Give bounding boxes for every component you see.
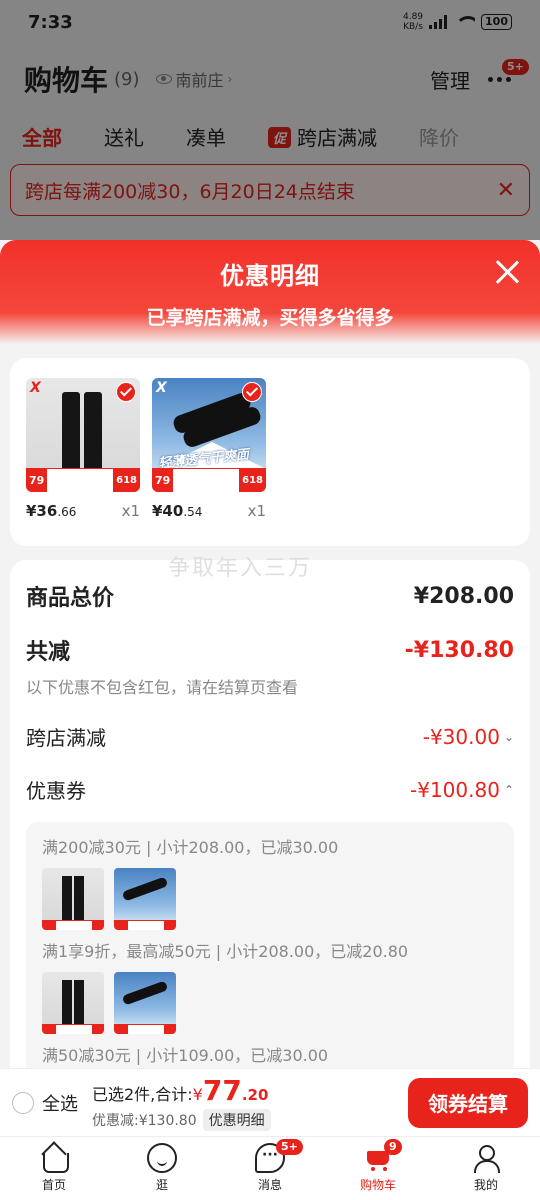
selected-text: 已选2件,合计: xyxy=(92,1085,193,1104)
cross-store-row[interactable]: 跨店满减 -¥30.00 ⌄ xyxy=(26,722,514,751)
tab-home[interactable]: 首页 xyxy=(0,1137,108,1200)
product-meta: ¥40.54 x1 xyxy=(152,502,266,520)
user-icon xyxy=(471,1143,501,1173)
product-qty: x1 xyxy=(247,502,266,520)
product-thumb xyxy=(42,972,104,1034)
close-icon[interactable] xyxy=(494,258,520,284)
cart-badge: 9 xyxy=(384,1139,402,1155)
coupon-thumbs xyxy=(42,972,498,1034)
chevron-down-icon: ⌄ xyxy=(503,729,514,744)
total-row: 商品总价 ¥208.00 xyxy=(26,580,514,612)
tab-label: 消息 xyxy=(257,1178,282,1192)
coupon-detail-box: 满200减30元 | 小计208.00，已减30.00 满1享9折，最高减50元… xyxy=(26,822,514,1068)
discount-text: 优惠减:¥130.80 xyxy=(92,1113,197,1129)
coupon-line: 满200减30元 | 小计208.00，已减30.00 xyxy=(42,838,339,857)
reduce-note: 以下优惠不包含红包，请在结算页查看 xyxy=(26,678,299,697)
product-price: ¥36.66 xyxy=(26,502,77,520)
cross-store-value: -¥30.00 ⌄ xyxy=(422,724,514,749)
price-summary: 商品总价 ¥208.00 共减 -¥130.80 以下优惠不包含红包，请在结算页… xyxy=(10,560,530,1068)
total-label: 商品总价 xyxy=(26,586,115,611)
tab-messages[interactable]: 消息 5+ xyxy=(216,1137,324,1200)
chevron-up-icon: ⌃ xyxy=(503,782,514,797)
checkout-button[interactable]: 领券结算 xyxy=(408,1077,528,1128)
cross-store-label: 跨店满减 xyxy=(26,726,106,750)
reduce-value: -¥130.80 xyxy=(404,637,514,663)
tab-browse[interactable]: 逛 xyxy=(108,1137,216,1200)
sheet-title: 优惠明细 xyxy=(220,262,320,290)
sheet-subtitle: 已享跨店满减，买得多省得多 xyxy=(146,307,394,329)
product-qty: x1 xyxy=(121,502,140,520)
tab-profile[interactable]: 我的 xyxy=(432,1137,540,1200)
product-item[interactable]: X 轻薄透气干爽面 79 618 ¥40.54 x1 xyxy=(152,378,266,526)
sum-line: 已选2件,合计: ¥ 77 .20 xyxy=(92,1074,271,1107)
price-strip: 79 618 xyxy=(152,468,266,492)
coupon-value: -¥100.80 ⌃ xyxy=(410,777,514,802)
amount-integer: 77 xyxy=(202,1074,242,1107)
brand-logo: X xyxy=(30,380,41,396)
brand-logo: X xyxy=(156,380,167,396)
tab-label: 购物车 xyxy=(359,1178,396,1192)
tab-label: 首页 xyxy=(41,1178,66,1192)
product-thumb xyxy=(42,868,104,930)
reduce-row: 共减 -¥130.80 xyxy=(26,634,514,666)
select-all-label[interactable]: 全选 xyxy=(42,1090,78,1116)
reduce-label: 共减 xyxy=(26,640,71,665)
messages-badge: 5+ xyxy=(276,1139,303,1155)
tab-label: 我的 xyxy=(473,1178,498,1192)
total-value: ¥208.00 xyxy=(413,583,514,609)
checked-icon xyxy=(242,382,262,402)
coupon-line: 满50减30元 | 小计109.00，已减30.00 xyxy=(42,1046,329,1065)
currency-symbol: ¥ xyxy=(192,1085,203,1104)
watermark: 争取年入三万 xyxy=(168,556,313,581)
product-thumb xyxy=(114,868,176,930)
selected-products: X 79 618 ¥36.66 x1 X 轻薄透气干爽面 79 618 ¥40.… xyxy=(10,358,530,546)
discount-line: 优惠减:¥130.80 优惠明细 xyxy=(92,1109,271,1131)
product-item[interactable]: X 79 618 ¥36.66 x1 xyxy=(26,378,140,526)
discount-detail-button[interactable]: 优惠明细 xyxy=(202,1109,271,1131)
sum-block: 已选2件,合计: ¥ 77 .20 优惠减:¥130.80 优惠明细 xyxy=(92,1074,271,1131)
tab-label: 逛 xyxy=(155,1178,168,1192)
product-image: X 轻薄透气干爽面 79 618 xyxy=(152,378,266,492)
face-icon xyxy=(147,1143,177,1173)
pants-image xyxy=(62,392,102,472)
checkout-bar: 全选 已选2件,合计: ¥ 77 .20 优惠减:¥130.80 优惠明细 领券… xyxy=(0,1068,540,1136)
discount-detail-sheet: 优惠明细 已享跨店满减，买得多省得多 X 79 618 ¥36.66 x1 X xyxy=(0,240,540,1068)
home-icon xyxy=(39,1143,69,1173)
product-price: ¥40.54 xyxy=(152,502,203,520)
price-strip: 79 618 xyxy=(26,468,140,492)
checked-icon xyxy=(116,382,136,402)
bottom-tab-bar: 首页 逛 消息 5+ 购物车 9 我的 xyxy=(0,1136,540,1200)
product-meta: ¥36.66 x1 xyxy=(26,502,140,520)
sheet-header: 优惠明细 已享跨店满减，买得多省得多 xyxy=(0,240,540,344)
coupon-line: 满1享9折，最高减50元 | 小计208.00，已减20.80 xyxy=(42,942,409,961)
coupon-label: 优惠券 xyxy=(26,779,86,803)
product-image: X 79 618 xyxy=(26,378,140,492)
product-thumb xyxy=(114,972,176,1034)
select-all-radio[interactable] xyxy=(12,1091,34,1114)
coupon-row[interactable]: 优惠券 -¥100.80 ⌃ xyxy=(26,775,514,804)
tab-cart[interactable]: 购物车 9 xyxy=(324,1137,432,1200)
amount-decimal: .20 xyxy=(241,1086,269,1104)
coupon-thumbs xyxy=(42,868,498,930)
